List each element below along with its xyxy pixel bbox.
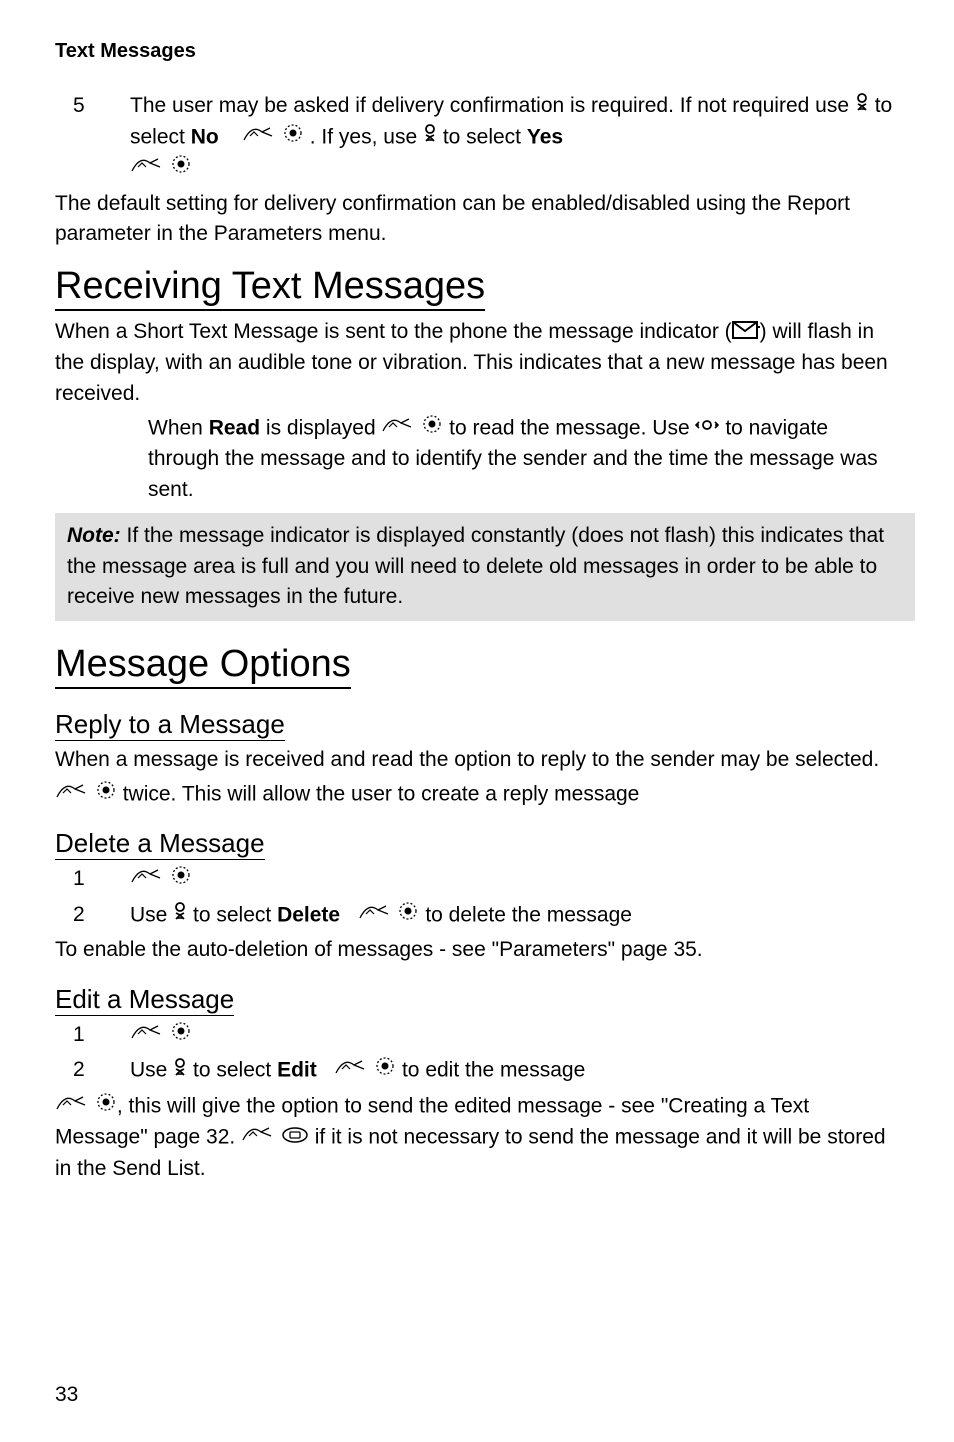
heading-reply: Reply to a Message bbox=[55, 709, 285, 741]
del-label: Delete bbox=[277, 903, 340, 926]
del-s2b: to select bbox=[193, 903, 277, 926]
recv-p1a: When a Short Text Message is sent to the… bbox=[55, 320, 732, 343]
del-s1-num: 1 bbox=[55, 864, 95, 895]
nav-down-icon bbox=[173, 1056, 187, 1086]
del-step-1: 1 bbox=[55, 864, 904, 895]
edit-s2-num: 2 bbox=[55, 1055, 95, 1086]
press-icon bbox=[130, 153, 164, 184]
press-icon bbox=[242, 122, 276, 153]
recv-p2c: to read the message. Use bbox=[449, 416, 695, 439]
edit-s2c: to edit the message bbox=[402, 1058, 585, 1081]
edit-after: , this will give the option to send the … bbox=[55, 1091, 904, 1184]
step5-no: No bbox=[191, 125, 219, 148]
center-key-icon bbox=[397, 900, 419, 931]
del-s1-body bbox=[95, 864, 904, 895]
note-text: If the message indicator is displayed co… bbox=[67, 524, 884, 608]
step5-yes: Yes bbox=[527, 125, 563, 148]
edit-s2-body: Use to select Edit to edit the message bbox=[95, 1055, 904, 1086]
page-number: 33 bbox=[55, 1383, 78, 1407]
reply-p2: twice. This will allow the user to creat… bbox=[55, 779, 904, 810]
press-icon bbox=[130, 1020, 164, 1051]
del-s2c: to delete the message bbox=[425, 903, 632, 926]
press-icon bbox=[130, 864, 164, 895]
press-icon bbox=[55, 779, 89, 810]
step-5-num: 5 bbox=[55, 91, 95, 185]
step5-t1: The user may be asked if delivery confir… bbox=[130, 94, 855, 117]
center-key-icon bbox=[421, 413, 443, 444]
edit-s2a: Use bbox=[130, 1058, 173, 1081]
del-s2a: Use bbox=[130, 903, 173, 926]
center-key-icon bbox=[170, 153, 192, 184]
nav-lr-icon bbox=[695, 413, 719, 443]
del-step-2: 2 Use to select Delete to delete the mes… bbox=[55, 900, 904, 931]
press-icon bbox=[241, 1122, 275, 1153]
step-5-body: The user may be asked if delivery confir… bbox=[95, 91, 904, 185]
nav-down-icon bbox=[173, 900, 187, 930]
step5-t3: . If yes, use bbox=[310, 125, 423, 148]
center-key-icon bbox=[95, 779, 117, 810]
center-key-icon bbox=[374, 1055, 396, 1086]
recv-p2a: When bbox=[148, 416, 209, 439]
step5-t4: to select bbox=[443, 125, 527, 148]
edit-step-1: 1 bbox=[55, 1020, 904, 1051]
edit-s1-body bbox=[95, 1020, 904, 1051]
page-header: Text Messages bbox=[55, 40, 904, 63]
delete-after: To enable the auto-deletion of messages … bbox=[55, 935, 904, 965]
press-icon bbox=[358, 900, 392, 931]
reply-p2-text: twice. This will allow the user to creat… bbox=[123, 782, 640, 805]
note-label: Note: bbox=[67, 524, 121, 547]
press-icon bbox=[381, 413, 415, 444]
del-s2-num: 2 bbox=[55, 900, 95, 931]
default-setting-text: The default setting for delivery confirm… bbox=[55, 189, 904, 250]
heading-edit: Edit a Message bbox=[55, 984, 234, 1016]
receiving-p1: When a Short Text Message is sent to the… bbox=[55, 317, 904, 409]
reply-p1: When a message is received and read the … bbox=[55, 745, 904, 775]
recv-p2b: is displayed bbox=[260, 416, 381, 439]
note-box: Note: If the message indicator is displa… bbox=[55, 513, 915, 620]
edit-step-2: 2 Use to select Edit to edit the message bbox=[55, 1055, 904, 1086]
heading-receiving: Receiving Text Messages bbox=[55, 265, 485, 311]
nav-down-icon bbox=[855, 91, 869, 121]
heading-options: Message Options bbox=[55, 643, 351, 689]
nav-down-icon bbox=[423, 122, 437, 152]
recv-read: Read bbox=[209, 416, 260, 439]
edit-s1-num: 1 bbox=[55, 1020, 95, 1051]
press-icon bbox=[334, 1055, 368, 1086]
center-key-icon bbox=[170, 864, 192, 895]
edit-s2b: to select bbox=[193, 1058, 277, 1081]
press-icon bbox=[55, 1091, 89, 1122]
envelope-icon bbox=[732, 318, 760, 348]
edit-label: Edit bbox=[277, 1058, 317, 1081]
step-5: 5 The user may be asked if delivery conf… bbox=[55, 91, 904, 185]
receiving-read-block: When Read is displayed to read the messa… bbox=[55, 413, 904, 505]
oval-key-icon bbox=[281, 1123, 309, 1153]
del-s2-body: Use to select Delete to delete the messa… bbox=[95, 900, 904, 931]
center-key-icon bbox=[95, 1091, 117, 1122]
heading-delete: Delete a Message bbox=[55, 828, 265, 860]
center-key-icon bbox=[282, 122, 304, 153]
center-key-icon bbox=[170, 1020, 192, 1051]
